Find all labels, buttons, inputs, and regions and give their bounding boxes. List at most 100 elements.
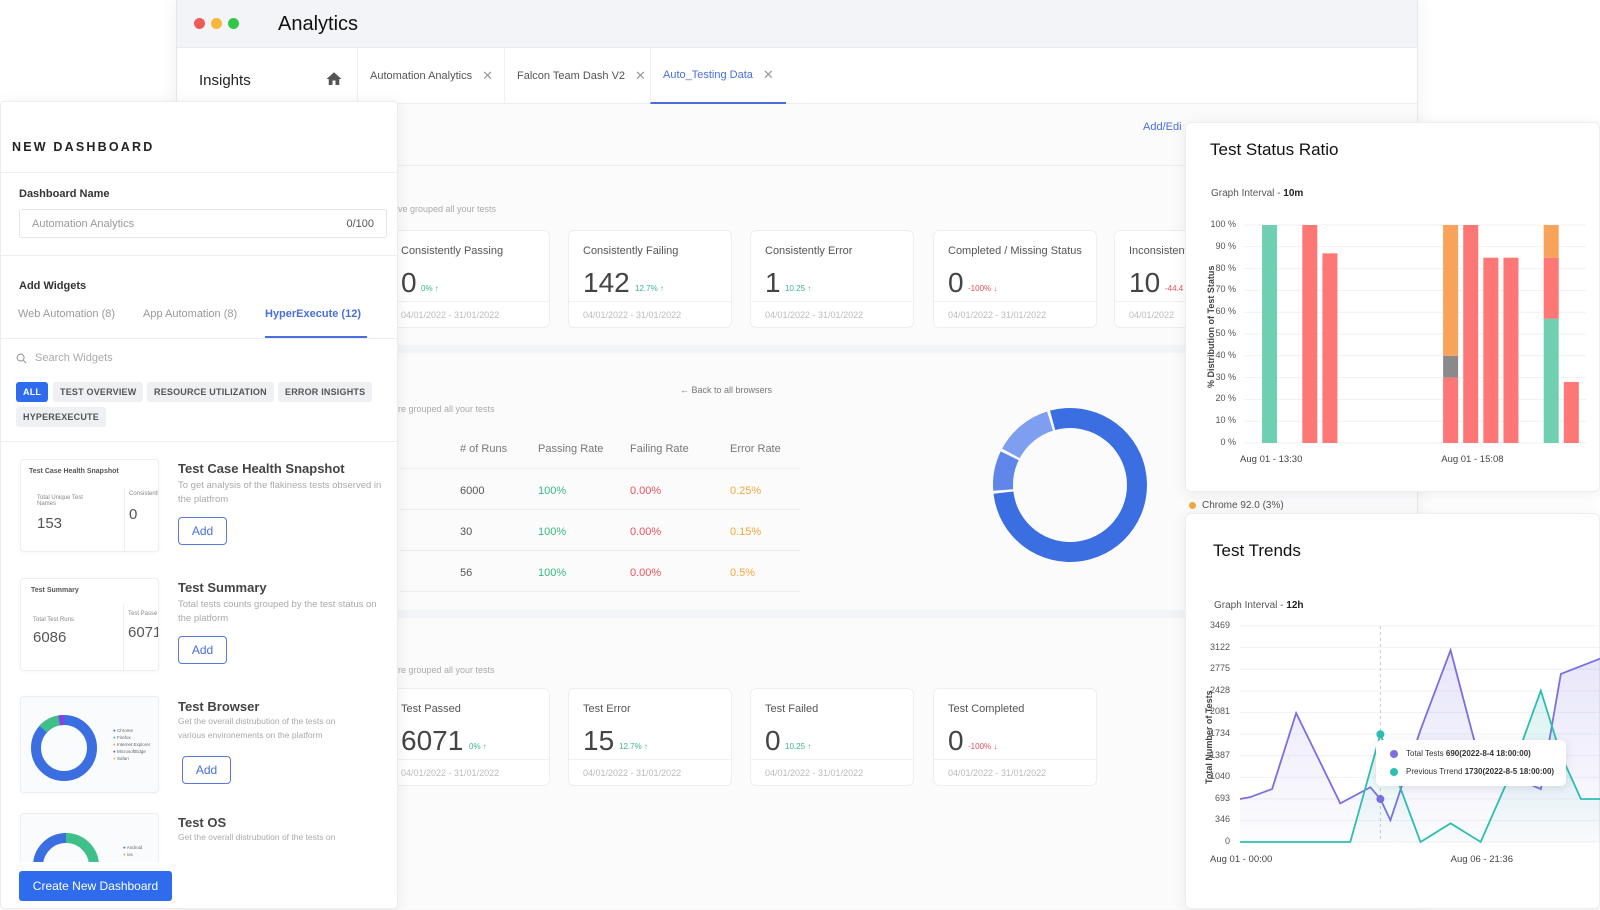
widget-tab-hyperexecute[interactable]: HyperExecute (12) [265, 308, 361, 320]
search-widgets-input[interactable]: Search Widgets [16, 352, 113, 364]
donut-slice [1002, 411, 1054, 459]
metric-title: Completed / Missing Status [948, 245, 1082, 257]
metric-card[interactable]: Test Completed 0 -100% ↓ 04/01/2022 - 31/01… [933, 688, 1097, 786]
panel-title: NEW DASHBOARD [12, 140, 155, 154]
home-icon[interactable] [325, 70, 343, 88]
create-new-dashboard-button[interactable]: Create New Dashboard [19, 871, 172, 901]
metric-date-range: 04/01/2022 - 31/01/2022 [751, 301, 913, 327]
tooltip-dot [1390, 767, 1398, 776]
metric-delta: 10.25 ↑ [785, 742, 812, 751]
tooltip-row: Total Tests 690(2022-8-4 18:00:00) [1390, 749, 1531, 758]
back-link-label: Back to all browsers [691, 385, 773, 395]
add-widget-button[interactable]: Add [182, 756, 231, 784]
dashboard-name-input[interactable]: Automation Analytics 0/100 [19, 209, 387, 238]
y-tick-label: 80 % [1215, 262, 1236, 273]
widget-tab-app-automation[interactable]: App Automation (8) [143, 308, 237, 320]
y-tick-label: 2775 [1209, 663, 1230, 674]
maximize-window-button[interactable] [228, 18, 239, 29]
metric-card[interactable]: Consistently Passing 0 0% ↑ 04/01/2022 - 31… [386, 230, 550, 328]
metric-date-range: 04/01/2022 - 31/01/2022 [387, 759, 549, 785]
widget-tab-web-automation[interactable]: Web Automation (8) [18, 308, 115, 320]
metric-card[interactable]: Test Passed 6071 0% ↑ 04/01/2022 - 31/01/20… [386, 688, 550, 786]
tab-bar: Insights Automation Analytics ✕ Falcon Te… [177, 48, 1417, 104]
tooltip-series: Previous Trrend 1730(2022-8-5 18:00:00) [1406, 767, 1555, 776]
y-axis-label: Total Number of Tests [1204, 690, 1214, 784]
preview-side-label: Consistentl [129, 491, 159, 497]
app-title: Analytics [278, 13, 359, 35]
bar-segment-failed [1483, 257, 1499, 443]
y-tick-label: 30 % [1215, 371, 1236, 382]
legend-item: ● ios [123, 852, 133, 857]
metric-card[interactable]: Completed / Missing Status 0 -100% ↓ 04/01/… [933, 230, 1097, 328]
filter-all[interactable]: ALL [16, 382, 49, 402]
metric-card[interactable]: Consistently Failing 142 12.7% ↑ 04/01/2022… [568, 230, 732, 328]
divider [1, 441, 397, 442]
metric-value: 10 [1129, 267, 1161, 298]
legend-label: Chrome [116, 728, 133, 733]
metric-value: 142 [583, 267, 630, 298]
metric-value: 1 [765, 267, 781, 298]
legend-item: ● Internet Explorer [113, 742, 151, 747]
add-edit-link[interactable]: Add/Edi [1143, 121, 1182, 133]
table-divider [400, 509, 800, 510]
metric-delta: -44.4 [1165, 284, 1184, 293]
filter-error-insights[interactable]: ERROR INSIGHTS [278, 382, 373, 402]
tab-falcon-team-dash[interactable]: Falcon Team Dash V2 ✕ [504, 48, 658, 104]
legend-label: Safari [116, 756, 129, 761]
tab-automation-analytics[interactable]: Automation Analytics ✕ [357, 48, 505, 104]
table-cell: 0.00% [630, 567, 662, 579]
metric-delta: 12.7% ↑ [635, 284, 664, 293]
table-cell: 30 [460, 526, 473, 538]
close-tab-icon[interactable]: ✕ [482, 68, 493, 84]
browser-legend: ● Chrome ● Firefox ● Internet Explorer ● Mi… [113, 727, 150, 762]
bar-segment-failed [1563, 381, 1579, 443]
y-tick-label: 10 % [1215, 415, 1236, 426]
bar-segment-failed [1543, 257, 1559, 319]
table-cell: 0.00% [630, 526, 662, 538]
back-to-browsers-link[interactable]: ← Back to all browsers [680, 385, 772, 395]
metric-delta: 0% ↑ [421, 284, 439, 293]
os-donut-preview [33, 833, 99, 863]
metric-date-range: 04/01/2022 - 31/01/2022 [569, 759, 731, 785]
minimize-window-button[interactable] [211, 18, 222, 29]
bar-segment-passed [1262, 225, 1278, 443]
table-cell: 6000 [460, 485, 485, 497]
preview-value: 153 [37, 515, 63, 532]
table-divider [400, 591, 800, 592]
legend-label: Firefox [116, 735, 131, 740]
search-icon [16, 353, 27, 363]
metric-title: Test Passed [401, 703, 461, 715]
divider [1, 338, 397, 339]
metric-card[interactable]: Test Failed 0 10.25 ↑ 04/01/2022 - 31/01/20… [750, 688, 914, 786]
hover-point [1376, 730, 1385, 739]
tab-auto-testing-data[interactable]: Auto_Testing Data ✕ [650, 48, 786, 104]
widget-description: Total tests counts grouped by the test s… [178, 599, 377, 624]
browser-subtitle: re grouped all your tests [398, 404, 495, 414]
y-tick-label: 70 % [1215, 284, 1236, 295]
os-legend: ● Android ● ios [123, 844, 142, 858]
bar-segment-failed [1302, 225, 1318, 443]
preview-title: Test Summary [31, 587, 79, 594]
tooltip-row: Previous Trrend 1730(2022-8-5 18:00:00) [1390, 767, 1554, 776]
table-header: Error Rate [730, 443, 781, 455]
close-tab-icon[interactable]: ✕ [635, 68, 646, 84]
table-cell: 100% [538, 526, 567, 538]
metric-card[interactable]: Consistently Error 1 10.25 ↑ 04/01/2022 - 3… [750, 230, 914, 328]
search-placeholder: Search Widgets [35, 352, 113, 364]
y-tick-label: 90 % [1215, 240, 1236, 251]
table-header: Failing Rate [630, 443, 689, 455]
filter-resource-utilization[interactable]: RESOURCE UTILIZATION [147, 382, 274, 402]
filter-hyperexecute[interactable]: HYPEREXECUTE [16, 407, 106, 427]
filter-test-overview[interactable]: TEST OVERVIEW [53, 382, 144, 402]
x-tick-label: Aug 01 - 15:08 [1441, 454, 1504, 465]
legend-label: Chrome 92.0 (3%) [1202, 500, 1284, 511]
close-tab-icon[interactable]: ✕ [763, 67, 774, 83]
add-widgets-label: Add Widgets [19, 280, 87, 292]
add-widget-button[interactable]: Add [178, 636, 227, 664]
add-widget-button[interactable]: Add [178, 517, 227, 545]
chrome-legend-item: Chrome 92.0 (3%) [1189, 500, 1284, 511]
close-window-button[interactable] [194, 18, 205, 29]
metric-card[interactable]: Test Error 15 12.7% ↑ 04/01/2022 - 31/01/20… [568, 688, 732, 786]
char-counter: 0/100 [346, 217, 374, 230]
dashboard-name-placeholder: Automation Analytics [32, 217, 135, 230]
